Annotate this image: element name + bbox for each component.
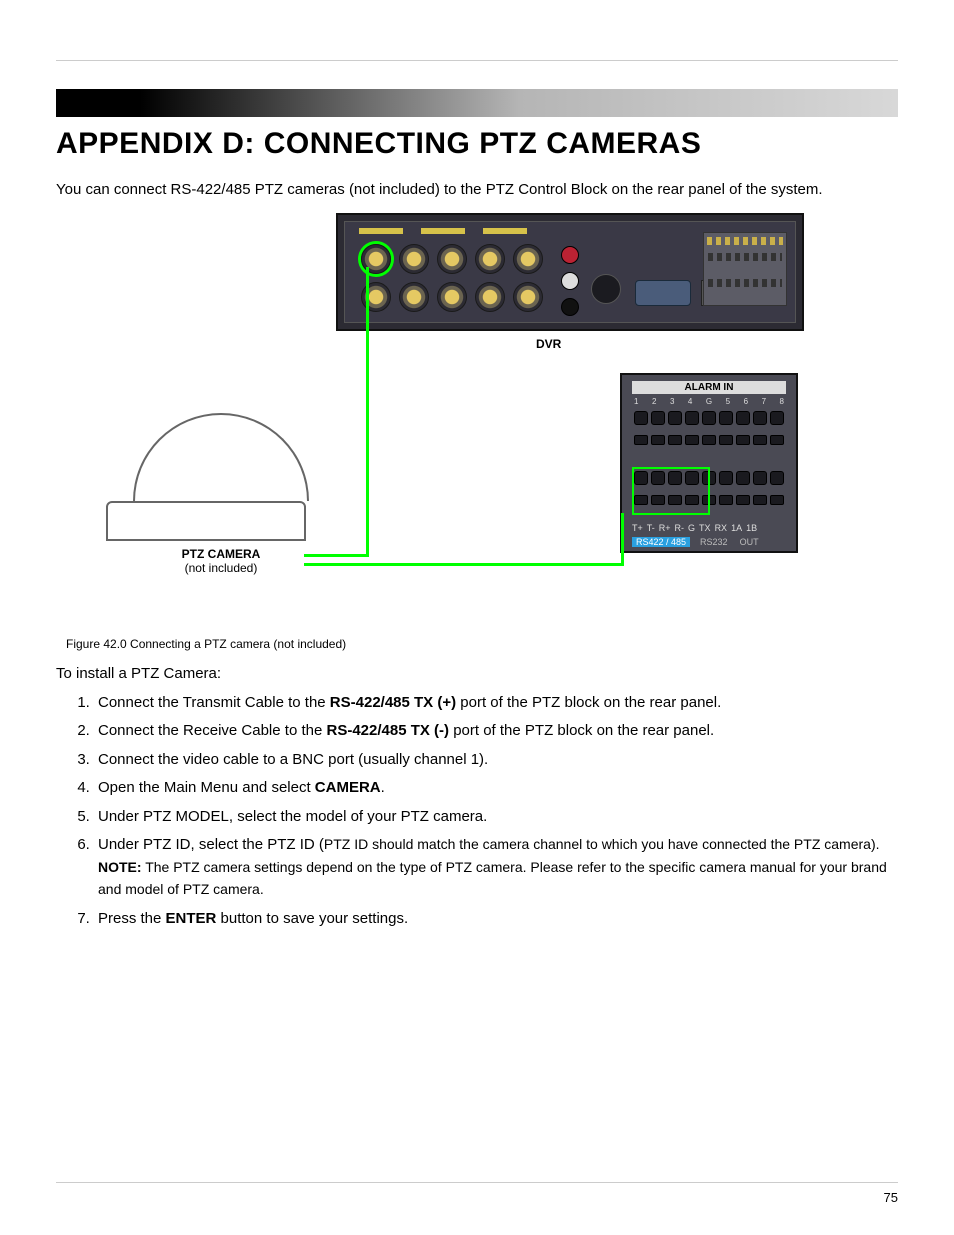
step-2: Connect the Receive Cable to the RS-422/… (94, 720, 898, 743)
dvr-rear-panel (336, 213, 804, 331)
instructions-lead: To install a PTZ Camera: (56, 665, 898, 682)
wire-data-v (621, 513, 624, 566)
ptz-camera-label: PTZ CAMERA (106, 547, 336, 561)
wire-data-h (304, 563, 624, 566)
wire-video (366, 267, 369, 557)
dvr-inner (344, 221, 796, 323)
intro-text: You can connect RS-422/485 PTZ cameras (… (56, 179, 898, 201)
alarm-bottom-labels: RS422 / 485RS232OUT (632, 537, 786, 547)
step-1: Connect the Transmit Cable to the RS-422… (94, 692, 898, 715)
alarm-nums: 1234G5678 (634, 397, 784, 406)
dvr-label: DVR (536, 337, 561, 351)
alarm-pin-labels: T+T-R+R-GTXRX1A1B (632, 523, 786, 533)
step-5: Under PTZ MODEL, select the model of you… (94, 806, 898, 829)
wire-video-h (304, 554, 369, 557)
figure-caption: Figure 42.0 Connecting a PTZ camera (not… (66, 637, 898, 651)
ptz-camera-illustration: PTZ CAMERA (not included) (106, 413, 336, 575)
header-banner (56, 89, 898, 117)
rs422-485-highlight (632, 467, 710, 515)
alarm-title: ALARM IN (632, 381, 786, 394)
ptz-camera-sublabel: (not included) (106, 561, 336, 575)
page-number: 75 (884, 1190, 898, 1205)
step-4: Open the Main Menu and select CAMERA. (94, 777, 898, 800)
step-6: Under PTZ ID, select the PTZ ID (PTZ ID … (94, 834, 898, 902)
page-title: APPENDIX D: CONNECTING PTZ CAMERAS (56, 127, 898, 161)
figure-42: DVR ALARM IN 1234G5678 T+T-R+R-GTXRX1A1B… (56, 213, 898, 633)
step-3: Connect the video cable to a BNC port (u… (94, 749, 898, 772)
bottom-rule (56, 1182, 898, 1183)
top-rule (56, 60, 898, 61)
vga-port (635, 280, 691, 306)
bnc-grid (361, 244, 547, 316)
install-steps: Connect the Transmit Cable to the RS-422… (56, 692, 898, 931)
step-7: Press the ENTER button to save your sett… (94, 908, 898, 931)
alarm-in-block: ALARM IN 1234G5678 T+T-R+R-GTXRX1A1B RS4… (620, 373, 798, 553)
fan-icon (591, 274, 621, 304)
terminal-block (703, 232, 787, 306)
